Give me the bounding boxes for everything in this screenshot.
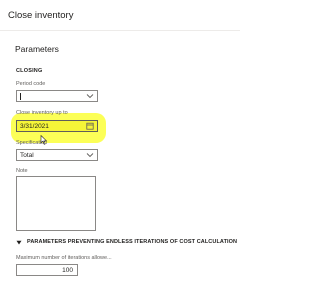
close-up-to-label: Close inventory up to [16, 110, 68, 116]
header-divider [0, 30, 240, 31]
specification-value: Total [20, 152, 34, 159]
chevron-down-icon[interactable] [86, 92, 94, 100]
iterations-section-heading: PARAMETERS PREVENTING ENDLESS ITERATIONS… [27, 239, 238, 245]
parameters-heading: Parameters [15, 44, 59, 54]
close-up-to-value: 3/31/2021 [20, 123, 49, 130]
note-textarea[interactable] [16, 176, 96, 231]
collapse-triangle-icon[interactable] [16, 240, 22, 245]
period-code-dropdown[interactable] [16, 90, 98, 102]
calendar-icon[interactable] [86, 122, 94, 130]
dialog-title: Close inventory [8, 10, 74, 21]
max-iterations-input[interactable]: 100 [16, 264, 78, 276]
max-iterations-value: 100 [62, 267, 73, 274]
specification-label: Specification [16, 140, 48, 146]
text-caret [20, 93, 21, 100]
note-label: Note [16, 168, 28, 174]
specification-dropdown[interactable]: Total [16, 149, 98, 161]
close-up-to-date-input[interactable]: 3/31/2021 [16, 120, 98, 132]
close-inventory-dialog: Close inventory Parameters CLOSING Perio… [0, 0, 240, 300]
iterations-section-header[interactable]: PARAMETERS PREVENTING ENDLESS ITERATIONS… [16, 238, 238, 248]
chevron-down-icon[interactable] [86, 151, 94, 159]
max-iterations-label: Maximum number of iterations allowe... [16, 255, 112, 261]
closing-group-heading: CLOSING [16, 68, 43, 74]
period-code-label: Period code [16, 81, 46, 87]
